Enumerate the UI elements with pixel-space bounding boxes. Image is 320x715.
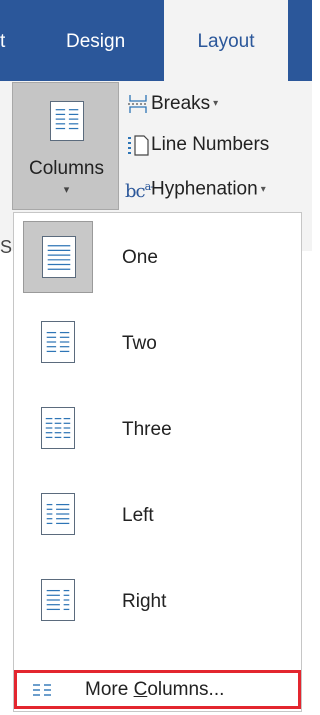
menu-item-label: Two (122, 333, 157, 354)
columns-icon (50, 101, 84, 141)
hyphenation-label: Hyphenation (151, 178, 258, 200)
columns-dropdown-menu: One Two Three Left Right More Columns... (13, 212, 302, 712)
tab-layout[interactable]: Layout (164, 0, 288, 81)
menu-item-one[interactable]: One (14, 215, 301, 301)
group-label-fragment: S (0, 237, 13, 257)
two-columns-icon (41, 321, 75, 363)
line-numbers-button[interactable]: Line Numbers (125, 130, 269, 160)
thumb-frame (23, 393, 93, 465)
columns-label: Columns (29, 158, 104, 179)
menu-item-right[interactable]: Right (14, 559, 301, 645)
breaks-button[interactable]: Breaks ▾ (125, 89, 218, 119)
tab-references-partial[interactable]: t (0, 0, 12, 81)
more-columns-button[interactable]: More Columns... (14, 670, 301, 709)
tab-design[interactable]: Design (66, 0, 125, 81)
one-column-icon (42, 236, 76, 278)
thumb-frame (23, 307, 93, 379)
left-column-icon (41, 493, 75, 535)
menu-item-three[interactable]: Three (14, 387, 301, 473)
menu-item-label: Left (122, 505, 154, 526)
breaks-label: Breaks (151, 93, 211, 115)
thumb-frame (23, 565, 93, 637)
thumb-frame (23, 221, 93, 293)
menu-item-two[interactable]: Two (14, 301, 301, 387)
more-columns-label: More Columns... (85, 679, 225, 700)
line-numbers-label: Line Numbers (151, 134, 270, 155)
right-column-icon (41, 579, 75, 621)
columns-button[interactable]: Columns ▾ (12, 82, 119, 210)
menu-item-left[interactable]: Left (14, 473, 301, 559)
ribbon-tab-bar: t Design Layout (0, 0, 312, 81)
hyphenation-caret: ▾ (260, 183, 266, 195)
hyphenation-button[interactable]: bca-Hyphenation ▾ (125, 172, 266, 202)
columns-dropdown-caret: ▾ (63, 184, 70, 196)
breaks-caret: ▾ (213, 98, 219, 109)
hyphenation-icon: bca- (125, 180, 154, 202)
menu-item-label: Three (122, 419, 172, 440)
menu-item-label: Right (122, 591, 167, 612)
thumb-frame (23, 479, 93, 551)
more-columns-icon (33, 684, 51, 696)
three-columns-icon (41, 407, 75, 449)
breaks-icon (128, 95, 148, 113)
line-numbers-icon (128, 135, 149, 156)
menu-item-label: One (122, 247, 158, 268)
